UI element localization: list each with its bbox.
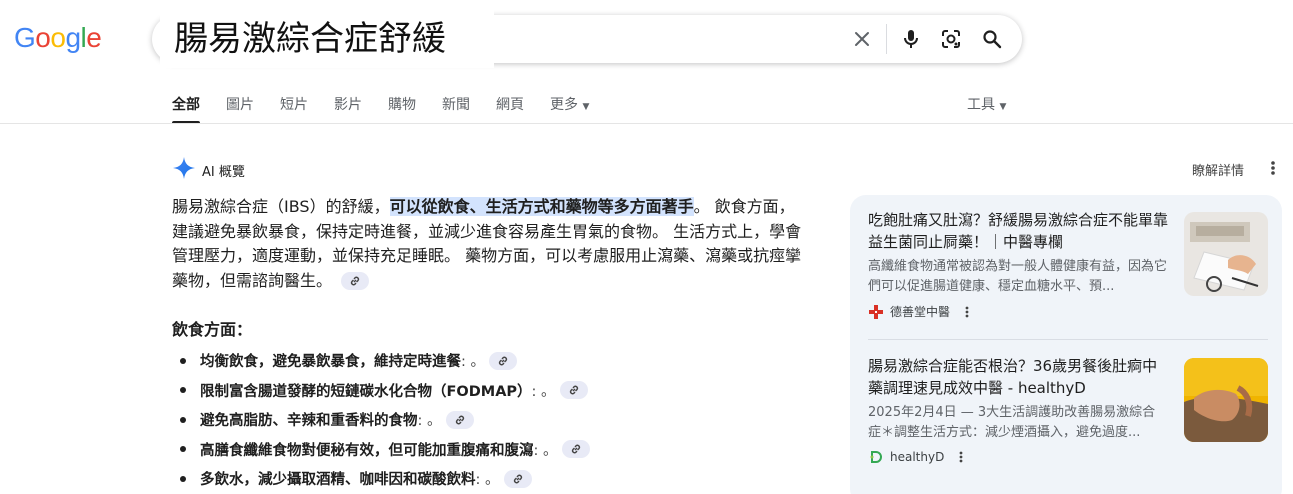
source-name: 德善堂中醫 — [890, 305, 951, 319]
chevron-down-icon: ▼ — [582, 102, 590, 112]
ai-intro-highlight: 可以從飲食、生活方式和藥物等多方面著手 — [389, 197, 694, 216]
bullet-dot — [180, 416, 186, 423]
learn-more-link[interactable]: 瞭解詳情 — [1192, 160, 1244, 179]
source-attribution: healthyD — [868, 449, 1268, 465]
link-icon — [569, 385, 578, 395]
citation-link-button[interactable] — [559, 381, 588, 400]
google-logo[interactable]: Google — [14, 22, 102, 54]
tools-button[interactable]: 工具 ▼ — [967, 94, 1006, 114]
tab-videos[interactable]: 影片 — [334, 94, 362, 124]
tools-label: 工具 — [967, 97, 995, 113]
diet-section-title: 飲食方面： — [172, 320, 253, 339]
search-divider — [886, 24, 887, 54]
tab-shopping[interactable]: 購物 — [388, 94, 416, 124]
tab-short-videos[interactable]: 短片 — [280, 94, 308, 124]
ai-overview-text: 腸易激綜合症（IBS）的舒緩，可以從飲食、生活方式和藥物等多方面著手。 飲食方面… — [172, 195, 802, 293]
source-snippet: 高纖維食物通常被認為對一般人體健康有益，因為它們可以促進腸道健康、穩定血糖水平、… — [868, 259, 1168, 294]
bullet-dot — [180, 446, 186, 453]
citation-link-button[interactable] — [341, 272, 370, 290]
tab-all[interactable]: 全部 — [172, 94, 200, 124]
more-options-icon[interactable] — [964, 305, 970, 319]
bullet-tail: : 。 — [531, 383, 556, 400]
link-icon — [498, 356, 508, 366]
close-icon[interactable] — [849, 26, 875, 52]
bullet-dot — [180, 475, 186, 482]
bullet-text: 避免高脂肪、辛辣和重香料的食物 — [200, 413, 418, 430]
logo-letter: o — [35, 22, 51, 53]
citation-link-button[interactable] — [503, 469, 532, 488]
mic-icon[interactable] — [898, 26, 924, 52]
bullet-dot — [180, 357, 186, 364]
citation-link-button[interactable] — [445, 410, 474, 429]
ai-overview-title: AI 概覽 — [202, 164, 245, 180]
tab-more-label: 更多 — [550, 97, 578, 113]
bullet-text: 高膳食纖維食物對便秘有效，但可能加重腹痛和腹瀉 — [200, 442, 534, 459]
bullet-tail: : 。 — [475, 472, 500, 489]
source-snippet: 2025年2月4日 — 3大生活調護助改善腸易激綜合症＊調整生活方式：減少煙酒攝… — [868, 405, 1156, 440]
tab-images[interactable]: 圖片 — [226, 94, 254, 124]
source-divider — [868, 339, 1268, 340]
bullet-dot — [180, 387, 186, 394]
list-item: 均衡飲食，避免暴飲暴食，維持定時進餐: 。 — [180, 346, 590, 376]
link-icon — [571, 444, 580, 454]
camera-lens-icon[interactable] — [938, 26, 964, 52]
citation-link-button[interactable] — [489, 351, 517, 370]
ai-overview-header: AI 概覽 — [172, 156, 245, 184]
search-tabs: 全部 圖片 短片 影片 購物 新聞 網頁 更多 ▼ — [172, 94, 615, 124]
list-item: 避免高脂肪、辛辣和重香料的食物: 。 — [180, 405, 590, 435]
more-options-icon[interactable] — [1266, 158, 1280, 178]
source-favicon-icon — [868, 449, 884, 465]
source-thumbnail[interactable] — [1184, 212, 1268, 296]
link-icon — [513, 474, 522, 484]
link-icon — [455, 415, 464, 425]
logo-letter: g — [65, 22, 81, 53]
logo-letter: e — [86, 22, 102, 53]
list-item: 限制富含腸道發酵的短鏈碳水化合物（FODMAP）: 。 — [180, 376, 590, 406]
logo-letter: o — [50, 22, 66, 53]
bullet-text: 限制富含腸道發酵的短鏈碳水化合物（FODMAP） — [200, 383, 532, 400]
tab-news[interactable]: 新聞 — [442, 94, 470, 124]
search-icon[interactable] — [979, 26, 1005, 52]
source-attribution: 德善堂中醫 — [868, 303, 1268, 320]
link-icon — [351, 276, 360, 286]
source-favicon-icon — [868, 304, 884, 320]
header-divider — [0, 123, 1293, 124]
bullet-text: 多飲水，減少攝取酒精、咖啡因和碳酸飲料 — [200, 472, 476, 489]
ai-intro-prefix: 腸易激綜合症（IBS）的舒緩， — [172, 197, 390, 216]
source-title[interactable]: 腸易激綜合症能否根治？36歲男餐後肚痾中藥調理速見成效中醫 - healthyD — [868, 355, 1168, 399]
gemini-sparkle-icon — [172, 156, 196, 184]
search-input[interactable] — [160, 10, 494, 68]
chevron-down-icon: ▼ — [999, 102, 1007, 112]
source-name: healthyD — [890, 450, 945, 464]
source-title[interactable]: 吃飽肚痛又肚瀉？舒緩腸易激綜合症不能單靠益生菌同止屙藥！｜中醫專欄 — [868, 209, 1168, 253]
tab-more[interactable]: 更多 ▼ — [550, 94, 589, 124]
citation-link-button[interactable] — [561, 440, 590, 459]
bullet-tail: : 。 — [533, 442, 558, 459]
tab-web[interactable]: 網頁 — [496, 94, 524, 124]
more-options-icon[interactable] — [958, 450, 964, 464]
diet-bullet-list: 均衡飲食，避免暴飲暴食，維持定時進餐: 。 限制富含腸道發酵的短鏈碳水化合物（F… — [180, 346, 590, 494]
list-item: 多飲水，減少攝取酒精、咖啡因和碳酸飲料: 。 — [180, 464, 590, 494]
bullet-tail: : 。 — [461, 354, 485, 371]
bullet-tail: : 。 — [417, 413, 442, 430]
source-thumbnail[interactable] — [1184, 358, 1268, 442]
list-item: 高膳食纖維食物對便秘有效，但可能加重腹痛和腹瀉: 。 — [180, 435, 590, 465]
bullet-text: 均衡飲食，避免暴飲暴食，維持定時進餐 — [200, 354, 461, 371]
logo-letter: G — [14, 22, 36, 53]
